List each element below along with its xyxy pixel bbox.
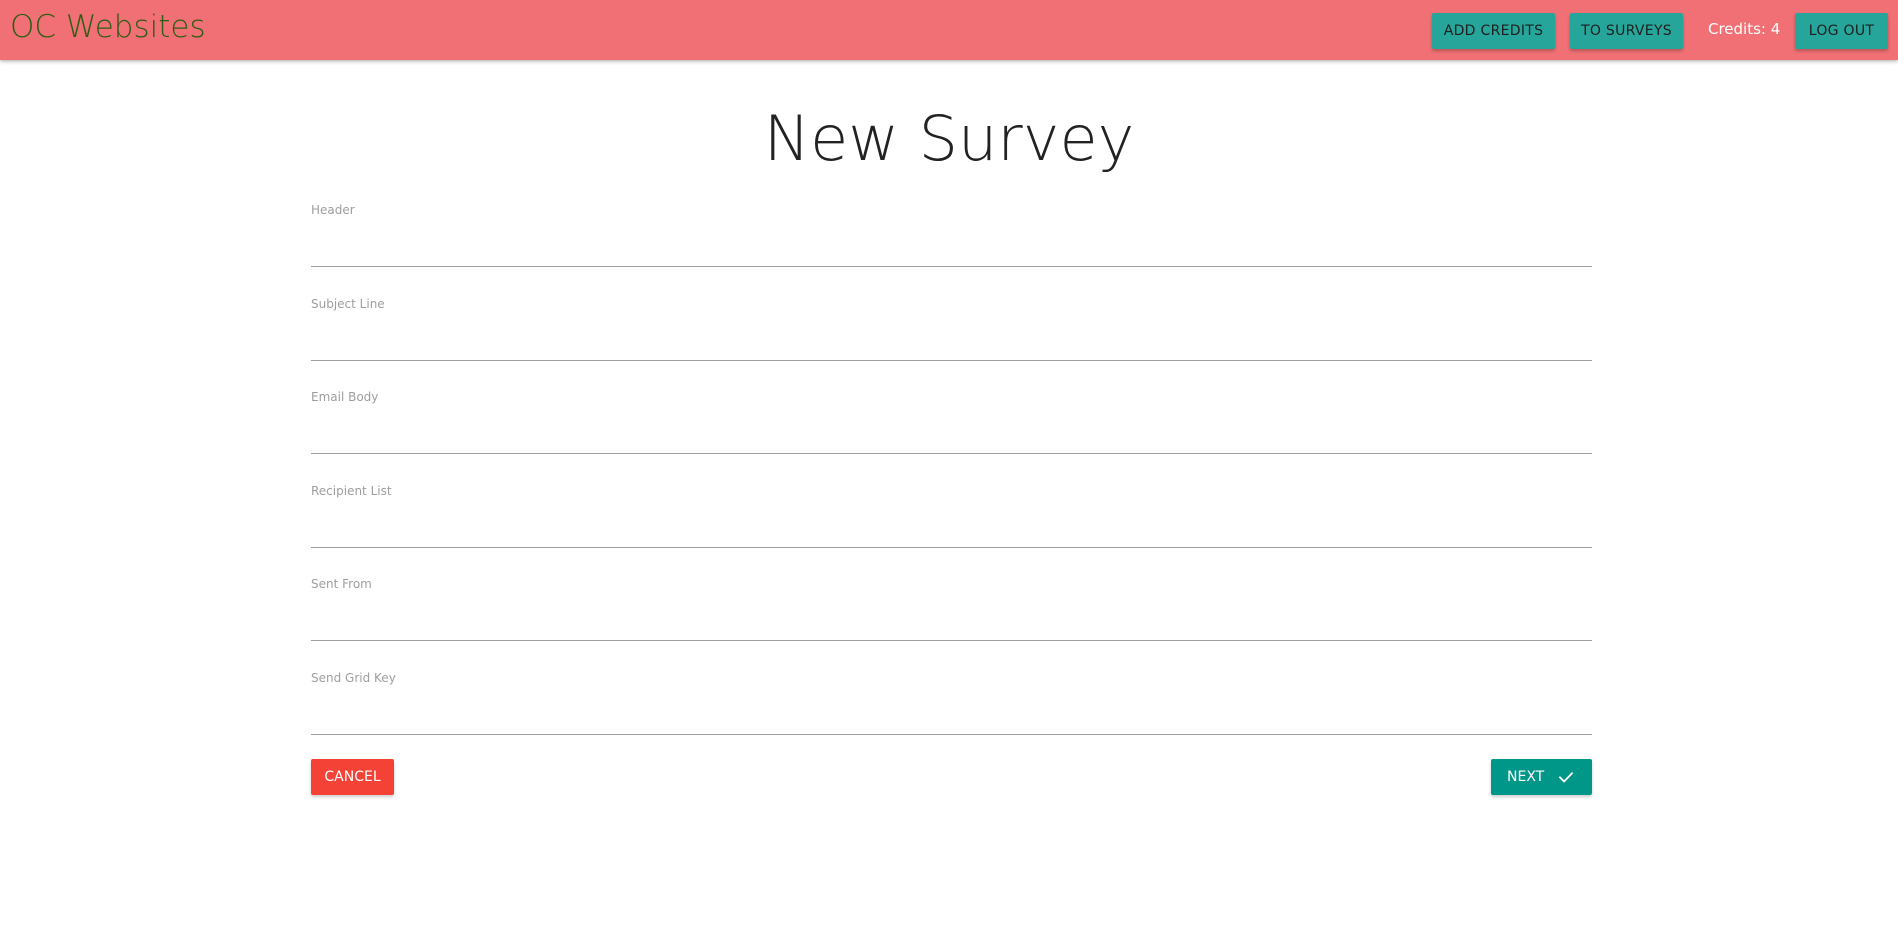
subject-line-field: Subject Line bbox=[311, 297, 1592, 367]
check-icon bbox=[1558, 771, 1574, 783]
send-grid-key-label: Send Grid Key bbox=[311, 671, 396, 685]
page-title: New Survey bbox=[763, 102, 1135, 175]
send-grid-key-field: Send Grid Key bbox=[311, 671, 1592, 741]
to-surveys-button[interactable]: TO SURVEYS bbox=[1570, 13, 1683, 49]
email-body-field: Email Body bbox=[311, 390, 1592, 460]
next-button-label: NEXT bbox=[1507, 769, 1545, 785]
header-label: Header bbox=[311, 203, 355, 217]
recipient-list-input[interactable] bbox=[311, 508, 1592, 548]
next-button[interactable]: NEXT bbox=[1491, 759, 1592, 795]
recipient-list-field: Recipient List bbox=[311, 484, 1592, 554]
sent-from-label: Sent From bbox=[311, 577, 372, 591]
sent-from-field: Sent From bbox=[311, 577, 1592, 647]
add-credits-button[interactable]: ADD CREDITS bbox=[1432, 13, 1555, 49]
subject-line-label: Subject Line bbox=[311, 297, 385, 311]
send-grid-key-input[interactable] bbox=[311, 695, 1592, 735]
brand-logo-link[interactable]: OC Websites bbox=[10, 9, 206, 45]
subject-line-input[interactable] bbox=[311, 321, 1592, 361]
credits-count: Credits: 4 bbox=[1708, 20, 1781, 38]
top-navbar: OC Websites ADD CREDITS TO SURVEYS Credi… bbox=[0, 0, 1898, 60]
email-body-label: Email Body bbox=[311, 390, 379, 404]
header-field: Header bbox=[311, 203, 1592, 273]
sent-from-input[interactable] bbox=[311, 601, 1592, 641]
cancel-button[interactable]: CANCEL bbox=[311, 759, 394, 795]
logout-button[interactable]: LOG OUT bbox=[1795, 13, 1888, 49]
email-body-input[interactable] bbox=[311, 414, 1592, 454]
recipient-list-label: Recipient List bbox=[311, 484, 392, 498]
header-input[interactable] bbox=[311, 227, 1592, 267]
